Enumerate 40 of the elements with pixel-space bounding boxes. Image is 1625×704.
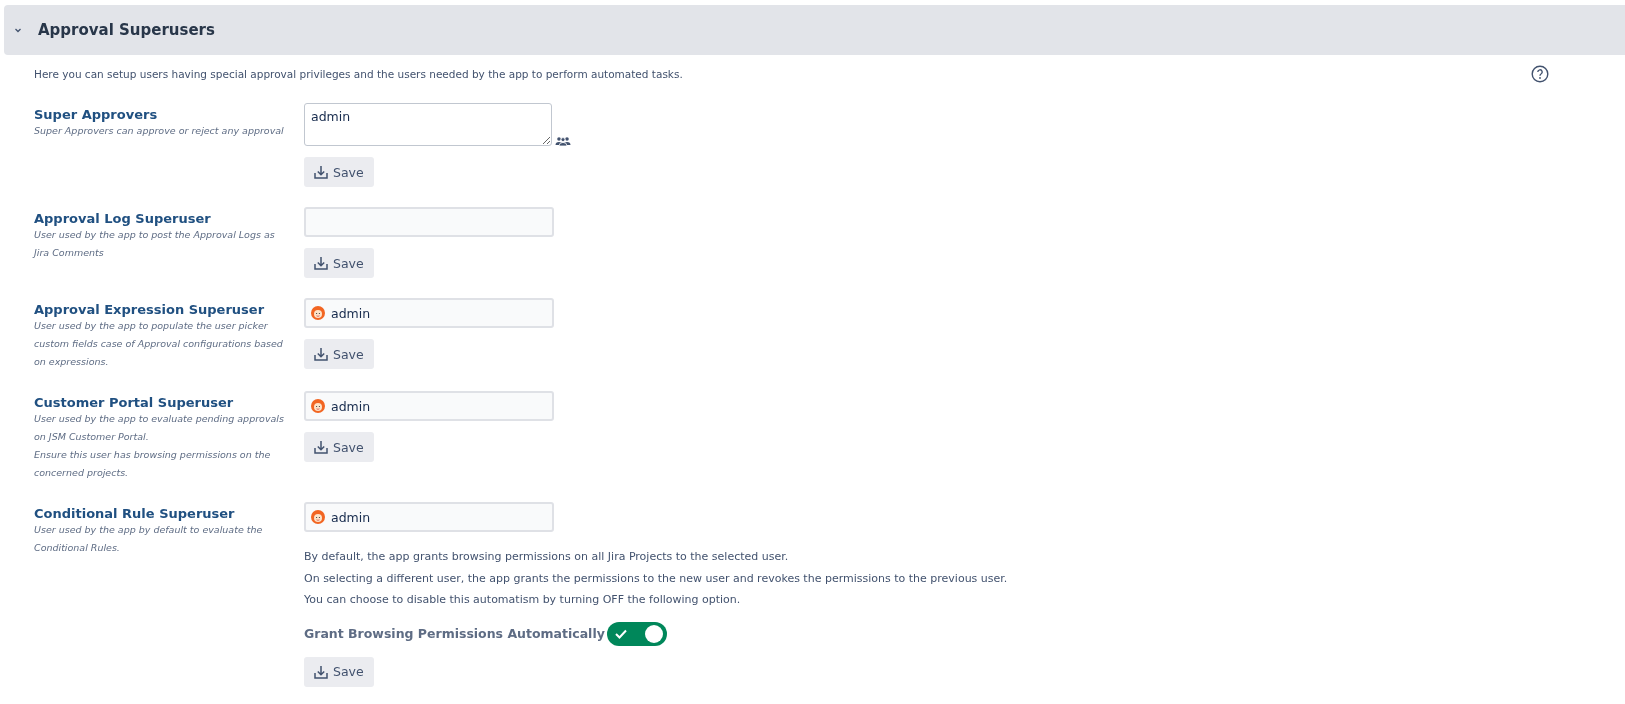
toggle-switch[interactable]: [606, 621, 667, 646]
field-description: User used by the app to evaluate pending approvals on JSM Customer Portal.: [34, 412, 285, 444]
field-label: Approval Expression Superuser: [34, 302, 266, 317]
check-icon: [614, 628, 627, 639]
user-picker[interactable]: admin: [304, 391, 554, 421]
avatar-icon: [311, 306, 325, 320]
save-button[interactable]: Save: [304, 339, 374, 369]
info-text: On selecting a different user, the app grants the permissions to the new user and revokes the permissions to the previous user.: [304, 570, 1008, 587]
users-icon[interactable]: [555, 136, 571, 146]
field-label: Approval Log Superuser: [34, 211, 212, 226]
download-icon: [314, 256, 328, 270]
info-text: By default, the app grants browsing permissions on all Jira Projects to the selected user.: [304, 549, 790, 565]
avatar-icon: [311, 510, 325, 524]
field-description: User used by the app to post the Approval Logs as Jira Comments: [34, 228, 276, 260]
toggle-label: Grant Browsing Permissions Automatically: [304, 626, 605, 641]
intro-text: Here you can setup users having special approval privileges and the users needed by the app to perform automated tasks.: [34, 68, 683, 80]
field-description: User used by the app by default to evaluate the Conditional Rules.: [34, 523, 264, 555]
download-icon: [314, 440, 328, 454]
user-picker[interactable]: admin: [304, 298, 554, 328]
save-button[interactable]: Save: [304, 432, 374, 462]
field-label: Super Approvers: [34, 107, 159, 122]
user-picker[interactable]: admin: [304, 502, 554, 532]
help-icon[interactable]: [1531, 65, 1549, 83]
field-description: Ensure this user has browsing permissions on the concerned projects.: [34, 448, 272, 480]
download-icon: [314, 347, 328, 361]
field-description: User used by the app to populate the user picker custom fields case of Approval configurations based on expressions.: [34, 319, 284, 369]
field-description: Super Approvers can approve or reject any approval: [34, 124, 285, 138]
panel-header[interactable]: Approval Superusers: [4, 5, 1625, 55]
field-label: Customer Portal Superuser: [34, 395, 235, 410]
save-button[interactable]: Save: [304, 157, 374, 187]
panel-title: Approval Superusers: [38, 21, 215, 39]
info-text: You can choose to disable this automatism by turning OFF the following option.: [304, 592, 742, 608]
save-button[interactable]: Save: [304, 656, 374, 687]
download-icon: [314, 165, 328, 179]
field-label: Conditional Rule Superuser: [34, 506, 236, 521]
users-textarea[interactable]: admin: [304, 103, 552, 146]
user-field[interactable]: [304, 207, 554, 237]
save-button[interactable]: Save: [304, 248, 374, 278]
avatar-icon: [311, 399, 325, 413]
download-icon: [314, 664, 328, 679]
